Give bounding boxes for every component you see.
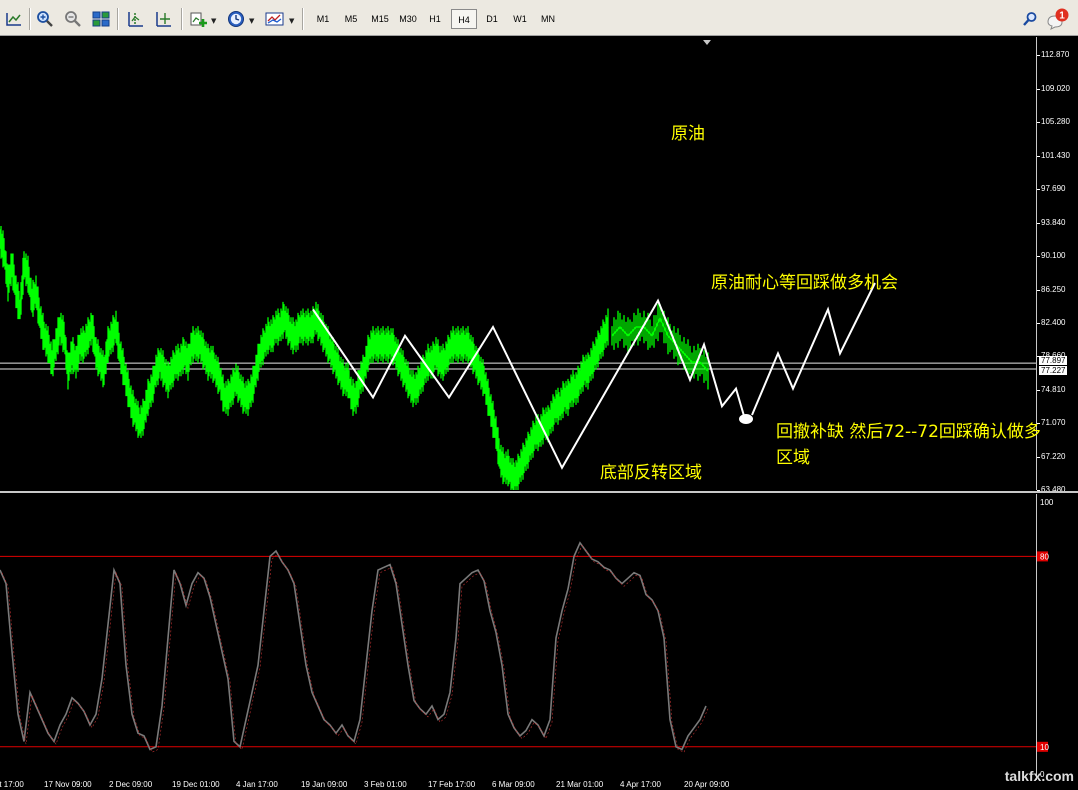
price-axis: 112.870 109.020 105.280 101.430 97.690 93.840… (1036, 37, 1078, 494)
price-axis-label: 77.227 (1039, 366, 1068, 376)
chart-shift-marker[interactable] (703, 40, 711, 45)
price-axis-label: 93.840 (1041, 217, 1066, 227)
price-axis-tick (1037, 156, 1040, 158)
oscillator-axis-label: 10 (1040, 743, 1049, 752)
price-axis-tick (1037, 390, 1040, 392)
timeframe-m5[interactable]: M5 (338, 9, 364, 29)
bottom-annotation: 底部反转区域 (600, 463, 702, 483)
time-axis-label: 20 Apr 09:00 (684, 780, 730, 789)
price-axis-tick (1037, 188, 1040, 190)
price-axis-tick (1037, 89, 1040, 91)
watermark: talkfx.com (1004, 768, 1074, 784)
toolbar-separator (29, 8, 31, 30)
oscillator-signal-line (1, 544, 709, 753)
timeframe-h1[interactable]: H1 (422, 9, 448, 29)
period-separator-icon[interactable] (123, 8, 147, 30)
trend-drawing-3[interactable] (751, 282, 876, 416)
price-axis-label: 90.100 (1041, 250, 1066, 260)
pullback-annotation-line1: 回撤补缺 然后72--72回踩确认做多 (776, 422, 1041, 442)
clock-icon[interactable] (224, 8, 248, 30)
price-axis-label: 105.280 (1041, 117, 1070, 127)
oscillator-main-line (0, 541, 707, 751)
price-axis-label: 112.870 (1041, 50, 1070, 60)
oscillator-axis-label: 100 (1040, 498, 1054, 507)
time-axis-label: 4 Jan 17:00 (236, 780, 278, 789)
time-axis-label: 17 Feb 17:00 (428, 780, 476, 789)
price-axis-label: 101.430 (1041, 151, 1070, 161)
timeframe-mn[interactable]: MN (535, 9, 561, 29)
price-axis-tick (1037, 55, 1040, 57)
price-series-0-line (0, 238, 609, 478)
title-annotation: 原油 (671, 124, 705, 144)
zoom-in-icon[interactable] (33, 8, 57, 30)
toolbar-separator (117, 8, 119, 30)
price-axis-label: 67.220 (1041, 452, 1066, 462)
price-axis-label: 82.400 (1041, 318, 1066, 328)
timeframe-m15[interactable]: M15 (366, 9, 394, 29)
oscillator-chart[interactable]: 10080100 (0, 494, 1078, 790)
notification-count: 1 (1059, 11, 1065, 22)
search-icon[interactable] (1018, 8, 1042, 30)
price-axis-label: 97.690 (1041, 183, 1066, 193)
price-axis-tick (1037, 122, 1040, 124)
price-axis-label: 109.020 (1041, 84, 1070, 94)
window-splitter[interactable] (0, 491, 1078, 493)
toolbar-separator (302, 8, 304, 30)
time-axis: 31 Oct 17:00 17 Nov 09:00 2 Dec 09:00 19 De… (0, 780, 1036, 790)
chevron-down-icon[interactable]: ▼ (249, 17, 254, 25)
timeframe-m1[interactable]: M1 (310, 9, 336, 29)
price-axis-label: 86.250 (1041, 284, 1066, 294)
time-axis-label: 3 Feb 01:00 (364, 780, 407, 789)
tile-windows-icon[interactable] (89, 8, 113, 30)
target-marker (739, 414, 753, 424)
timeframe-w1[interactable]: W1 (507, 9, 533, 29)
timeframe-d1[interactable]: D1 (479, 9, 505, 29)
timeframe-h4[interactable]: H4 (451, 9, 477, 29)
chevron-down-icon[interactable]: ▼ (289, 17, 294, 25)
time-axis-label: 19 Jan 09:00 (301, 780, 348, 789)
price-axis-label: 71.070 (1041, 418, 1066, 428)
time-axis-label: 6 Mar 09:00 (492, 780, 535, 789)
time-axis-label: 2 Dec 09:00 (109, 780, 153, 789)
time-axis-label: 31 Oct 17:00 (0, 780, 24, 789)
patience-annotation: 原油耐心等回踩做多机会 (711, 273, 898, 293)
price-axis-tick (1037, 457, 1040, 459)
templates-icon[interactable] (263, 8, 287, 30)
price-axis-tick (1037, 255, 1040, 257)
oscillator-axis-divider (1036, 494, 1037, 780)
price-axis-tick (1037, 323, 1040, 325)
price-axis-tick (1037, 222, 1040, 224)
notification-icon[interactable]: 1 (1046, 8, 1070, 30)
toolbar: ▼ ▼ ▼ M1 M5 M15 M30 H1 H4 D1 W1 MN 1 (0, 0, 1078, 36)
line-study-icon[interactable] (2, 8, 26, 30)
price-axis-label: 74.810 (1041, 385, 1066, 395)
crosshair-icon[interactable] (151, 8, 175, 30)
add-indicator-icon[interactable] (187, 8, 211, 30)
pullback-annotation-line2: 区域 (776, 448, 810, 468)
time-axis-label: 4 Apr 17:00 (620, 780, 661, 789)
price-axis-tick (1037, 289, 1040, 291)
price-axis-label: 77.897 (1039, 356, 1068, 366)
zoom-out-icon[interactable] (61, 8, 85, 30)
time-axis-label: 21 Mar 01:00 (556, 780, 604, 789)
time-axis-label: 17 Nov 09:00 (44, 780, 92, 789)
chevron-down-icon[interactable]: ▼ (211, 17, 216, 25)
price-series-0 (0, 226, 609, 490)
time-axis-label: 19 Dec 01:00 (172, 780, 220, 789)
toolbar-separator (181, 8, 183, 30)
timeframe-m30[interactable]: M30 (394, 9, 422, 29)
oscillator-axis-label: 80 (1040, 552, 1049, 561)
